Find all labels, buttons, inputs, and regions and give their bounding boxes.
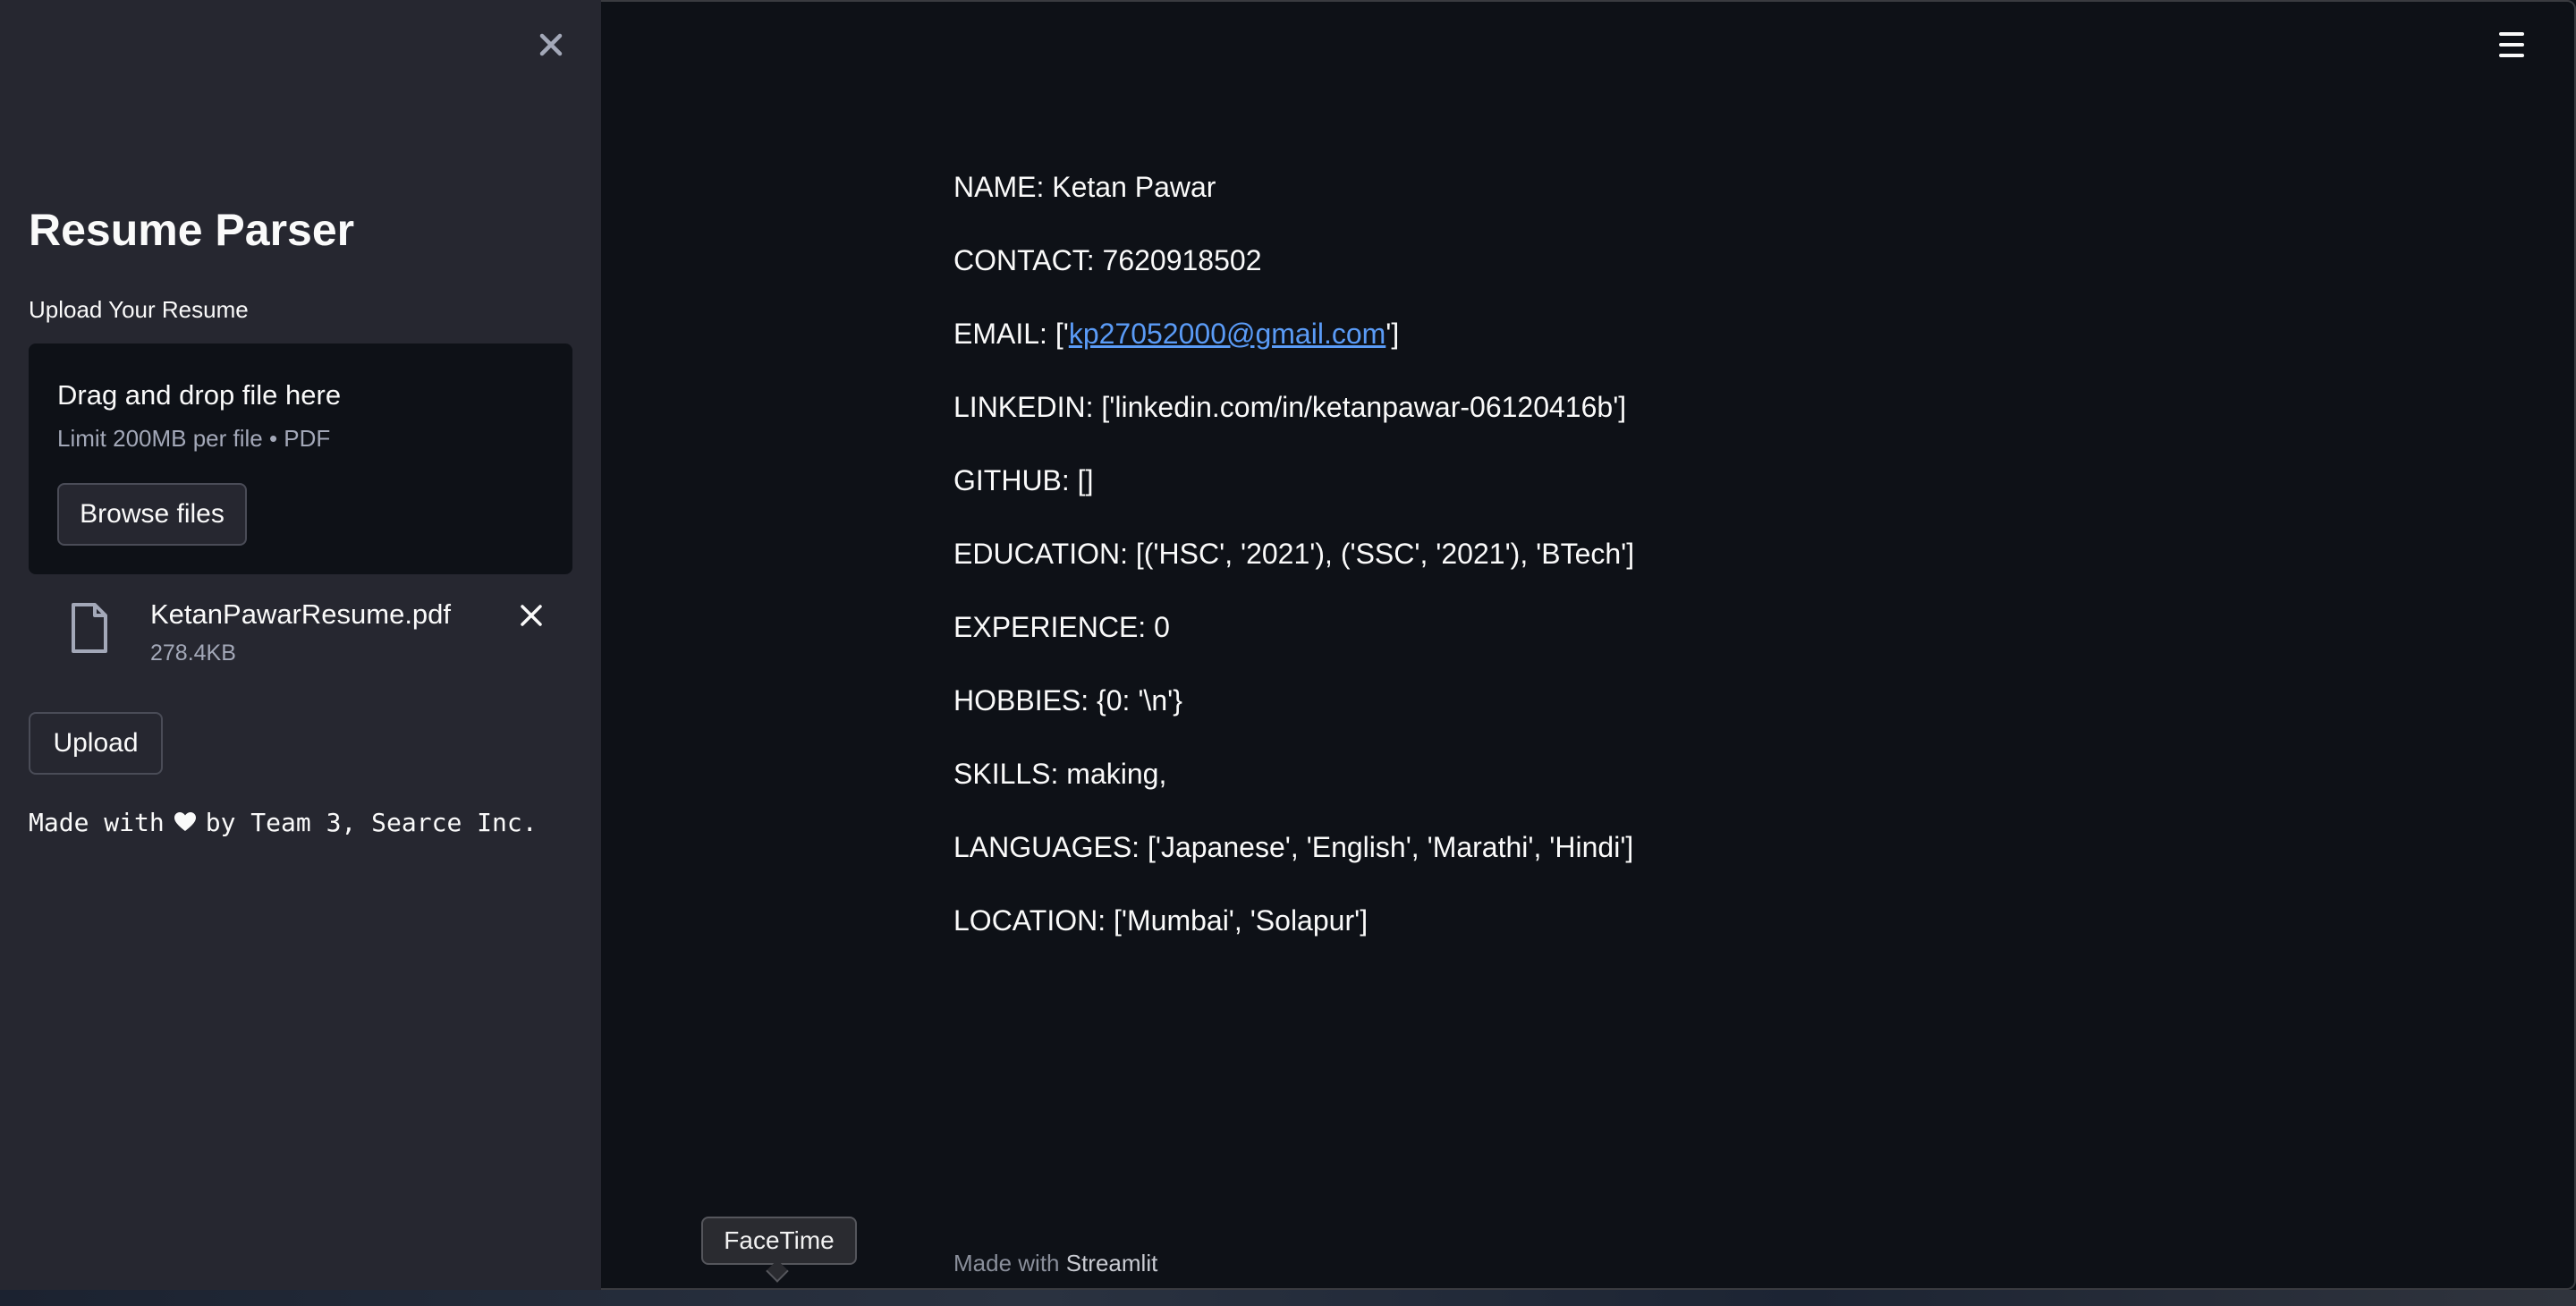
field-skills: SKILLS: making, — [953, 750, 1634, 823]
heart-icon — [174, 812, 196, 831]
field-label: HOBBIES: — [953, 684, 1089, 717]
browse-files-button[interactable]: Browse files — [57, 483, 247, 546]
dock-background — [0, 1290, 2576, 1306]
field-label: SKILLS: — [953, 758, 1059, 790]
field-value: [] — [1077, 464, 1094, 496]
field-label: EMAIL: — [953, 318, 1047, 350]
footer-prefix: Made with — [953, 1250, 1060, 1276]
sidebar-close-button[interactable] — [530, 23, 572, 66]
field-email: EMAIL: ['kp27052000@gmail.com'] — [953, 310, 1634, 383]
dock-tooltip: FaceTime — [701, 1217, 857, 1265]
made-with-credit: Made with by Team 3, Searce Inc. — [29, 805, 538, 841]
field-value: 7620918502 — [1102, 244, 1262, 276]
field-hobbies: HOBBIES: {0: '\n'} — [953, 676, 1634, 750]
email-prefix: [' — [1055, 318, 1069, 350]
field-languages: LANGUAGES: ['Japanese', 'English', 'Mara… — [953, 823, 1634, 896]
field-value: Ketan Pawar — [1052, 171, 1216, 203]
menu-bar — [2499, 32, 2524, 36]
remove-file-button[interactable] — [510, 594, 553, 637]
field-label: EXPERIENCE: — [953, 611, 1147, 643]
file-size: 278.4KB — [150, 640, 236, 666]
close-icon — [521, 605, 542, 626]
streamlit-link[interactable]: Streamlit — [1066, 1250, 1158, 1276]
close-icon — [539, 33, 563, 56]
field-education: EDUCATION: [('HSC', '2021'), ('SSC', '20… — [953, 530, 1634, 603]
field-value: making, — [1066, 758, 1167, 790]
parsed-results: NAME: Ketan Pawar CONTACT: 7620918502 EM… — [953, 163, 1634, 970]
credit-suffix: by Team 3, Searce Inc. — [205, 808, 538, 837]
field-github: GITHUB: [] — [953, 456, 1634, 530]
file-name: KetanPawarResume.pdf — [150, 598, 452, 630]
field-label: LANGUAGES: — [953, 831, 1140, 863]
field-value: 0 — [1154, 611, 1170, 643]
field-location: LOCATION: ['Mumbai', 'Solapur'] — [953, 896, 1634, 970]
field-value: ['kp27052000@gmail.com'] — [1055, 318, 1399, 350]
file-icon — [72, 603, 107, 653]
field-experience: EXPERIENCE: 0 — [953, 603, 1634, 676]
field-value: ['linkedin.com/in/ketanpawar-06120416b'] — [1101, 391, 1627, 423]
field-contact: CONTACT: 7620918502 — [953, 236, 1634, 310]
field-label: LINKEDIN: — [953, 391, 1094, 423]
field-name: NAME: Ketan Pawar — [953, 163, 1634, 236]
upload-button[interactable]: Upload — [29, 712, 163, 775]
dropzone-title: Drag and drop file here — [57, 379, 342, 411]
email-suffix: '] — [1385, 318, 1400, 350]
field-label: CONTACT: — [953, 244, 1095, 276]
dropzone-limit: Limit 200MB per file • PDF — [57, 425, 331, 452]
credit-prefix: Made with — [29, 808, 165, 837]
field-value: {0: '\n'} — [1097, 684, 1182, 717]
email-link[interactable]: kp27052000@gmail.com — [1069, 318, 1385, 350]
field-linkedin: LINKEDIN: ['linkedin.com/in/ketanpawar-0… — [953, 383, 1634, 456]
sidebar: Resume Parser Upload Your Resume Drag an… — [0, 0, 601, 1290]
upload-label: Upload Your Resume — [29, 296, 249, 323]
menu-bar — [2499, 43, 2524, 47]
field-label: GITHUB: — [953, 464, 1070, 496]
menu-bar — [2499, 54, 2524, 57]
field-label: EDUCATION: — [953, 538, 1128, 570]
field-label: NAME: — [953, 171, 1045, 203]
streamlit-footer: Made with Streamlit — [953, 1245, 1157, 1281]
hamburger-menu-icon[interactable] — [2492, 27, 2531, 63]
app-title: Resume Parser — [29, 205, 355, 255]
field-value: [('HSC', '2021'), ('SSC', '2021'), 'BTec… — [1135, 538, 1635, 570]
field-label: LOCATION: — [953, 904, 1106, 937]
file-dropzone[interactable]: Drag and drop file here Limit 200MB per … — [29, 343, 572, 574]
field-value: ['Mumbai', 'Solapur'] — [1113, 904, 1368, 937]
field-value: ['Japanese', 'English', 'Marathi', 'Hind… — [1147, 831, 1634, 863]
uploaded-file-item: KetanPawarResume.pdf 278.4KB — [29, 590, 572, 671]
